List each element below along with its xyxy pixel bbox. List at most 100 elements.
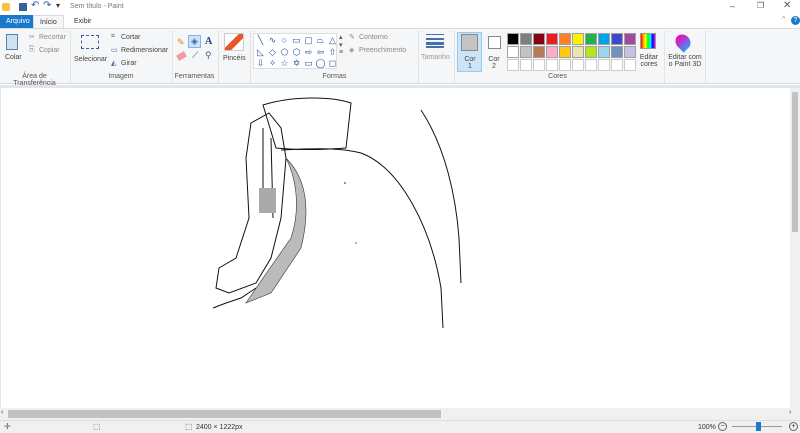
zoom-in-button[interactable]: + (789, 422, 798, 431)
vertical-scrollbar[interactable] (790, 88, 800, 408)
empty-color-swatch[interactable] (598, 59, 610, 71)
paint3d-button[interactable]: Editar com o Paint 3D (667, 54, 703, 68)
resize-button[interactable]: Redimensionar (121, 47, 168, 54)
shape-icon[interactable]: ⇨ (303, 47, 314, 58)
shape-icon[interactable]: ⇩ (255, 58, 266, 69)
tab-file[interactable]: Arquivo (0, 15, 36, 28)
color-picker-icon[interactable]: ⟋ (192, 50, 198, 61)
paste-button[interactable]: Colar (5, 54, 22, 61)
shape-icon[interactable]: ⬠ (279, 47, 290, 58)
brush-icon[interactable] (224, 33, 244, 51)
shape-icon[interactable]: △ (327, 35, 338, 46)
shape-icon[interactable]: ○ (279, 35, 290, 46)
color-swatch[interactable] (559, 33, 571, 45)
select-icon[interactable] (81, 35, 99, 49)
color-swatch[interactable] (611, 46, 623, 58)
empty-color-swatch[interactable] (572, 59, 584, 71)
shape-icon[interactable]: ▢ (303, 35, 314, 46)
copy-button[interactable]: Copiar (39, 47, 60, 54)
size-button[interactable]: Tamanho (421, 54, 450, 61)
scroll-thumb-vertical[interactable] (792, 92, 798, 232)
zoom-out-button[interactable]: − (718, 422, 727, 431)
color-swatch[interactable] (572, 46, 584, 58)
edit-colors-button[interactable]: Editar cores (637, 54, 661, 68)
save-icon[interactable] (19, 3, 27, 11)
eraser-icon[interactable] (176, 51, 187, 61)
undo-icon[interactable]: ↶ (31, 0, 39, 11)
shape-icon[interactable]: ✧ (267, 58, 278, 69)
empty-color-swatch[interactable] (611, 59, 623, 71)
shape-icon[interactable]: ◇ (267, 47, 278, 58)
crop-button[interactable]: Cortar (121, 34, 140, 41)
color-swatch[interactable] (520, 46, 532, 58)
empty-color-swatch[interactable] (624, 59, 636, 71)
color-swatch[interactable] (585, 46, 597, 58)
color-swatch[interactable] (598, 33, 610, 45)
shape-icon[interactable]: ⬡ (291, 47, 302, 58)
shapes-scroll-icon[interactable]: ▴ ▾ ≡ (339, 33, 343, 56)
shape-icon[interactable]: ╲ (255, 35, 266, 46)
restore-button[interactable]: ❐ (757, 1, 764, 10)
color-swatch[interactable] (546, 33, 558, 45)
scroll-left-icon[interactable]: ‹ (1, 409, 3, 416)
color-swatch[interactable] (585, 33, 597, 45)
scroll-thumb-horizontal[interactable] (8, 410, 441, 418)
shape-icon[interactable]: ▭ (303, 58, 314, 69)
empty-color-swatch[interactable] (520, 59, 532, 71)
tab-home[interactable]: Início (33, 15, 64, 28)
empty-color-swatch[interactable] (546, 59, 558, 71)
paint3d-icon[interactable] (672, 31, 694, 53)
empty-color-swatch[interactable] (507, 59, 519, 71)
edit-colors-icon[interactable] (640, 33, 656, 49)
empty-color-swatch[interactable] (533, 59, 545, 71)
horizontal-scrollbar[interactable]: ‹ › (0, 408, 800, 420)
color-swatch[interactable] (533, 33, 545, 45)
quick-access-dropdown-icon[interactable]: ▾ (56, 1, 60, 10)
clipboard-icon[interactable] (6, 34, 18, 50)
color-swatch[interactable] (572, 33, 584, 45)
minimize-button[interactable]: – (730, 1, 735, 11)
shape-icon[interactable]: ∿ (267, 35, 278, 46)
size-icon[interactable] (426, 34, 444, 48)
shape-icon[interactable]: ◯ (315, 58, 326, 69)
color-swatch[interactable] (598, 46, 610, 58)
cut-button[interactable]: Recortar (39, 34, 66, 41)
help-icon[interactable]: ? (791, 16, 800, 25)
shape-icon[interactable]: ◻ (327, 58, 338, 69)
shape-icon[interactable]: ⇦ (315, 47, 326, 58)
collapse-ribbon-icon[interactable]: ^ (782, 16, 785, 23)
redo-icon[interactable]: ↷ (43, 0, 51, 11)
shape-icon[interactable]: ✡ (291, 58, 302, 69)
color-swatch[interactable] (507, 33, 519, 45)
scroll-right-icon[interactable]: › (789, 409, 791, 416)
color-swatch[interactable] (624, 46, 636, 58)
color-swatch[interactable] (533, 46, 545, 58)
shape-icon[interactable]: ⏢ (315, 35, 326, 46)
close-button[interactable]: ✕ (783, 0, 791, 11)
shape-icon[interactable]: ☆ (279, 58, 290, 69)
color-swatch[interactable] (611, 33, 623, 45)
color2-label[interactable]: Cor 2 (487, 56, 501, 70)
rotate-button[interactable]: Girar (121, 60, 137, 67)
color-swatch[interactable] (546, 46, 558, 58)
select-button[interactable]: Selecionar (74, 56, 107, 63)
empty-color-swatch[interactable] (559, 59, 571, 71)
color-swatch[interactable] (520, 33, 532, 45)
color-swatch[interactable] (559, 46, 571, 58)
pencil-icon[interactable]: ✎ (177, 37, 185, 48)
shape-icon[interactable]: ▭ (291, 35, 302, 46)
drawing-canvas[interactable] (1, 88, 790, 408)
fill-bucket-icon[interactable]: ◈ (188, 35, 201, 48)
brushes-button[interactable]: Pincéis (223, 55, 246, 62)
outline-dropdown[interactable]: Contorno (359, 34, 388, 41)
fill-dropdown[interactable]: Preenchimento (359, 47, 406, 54)
magnifier-icon[interactable]: ⚲ (205, 50, 212, 61)
text-icon[interactable]: A (205, 36, 212, 47)
color2-swatch[interactable] (488, 36, 501, 49)
color-swatch[interactable] (507, 46, 519, 58)
zoom-slider-thumb[interactable] (756, 422, 761, 431)
shape-icon[interactable]: ⇧ (327, 47, 338, 58)
tab-view[interactable]: Exibir (68, 15, 98, 28)
empty-color-swatch[interactable] (585, 59, 597, 71)
shape-icon[interactable]: ◺ (255, 47, 266, 58)
